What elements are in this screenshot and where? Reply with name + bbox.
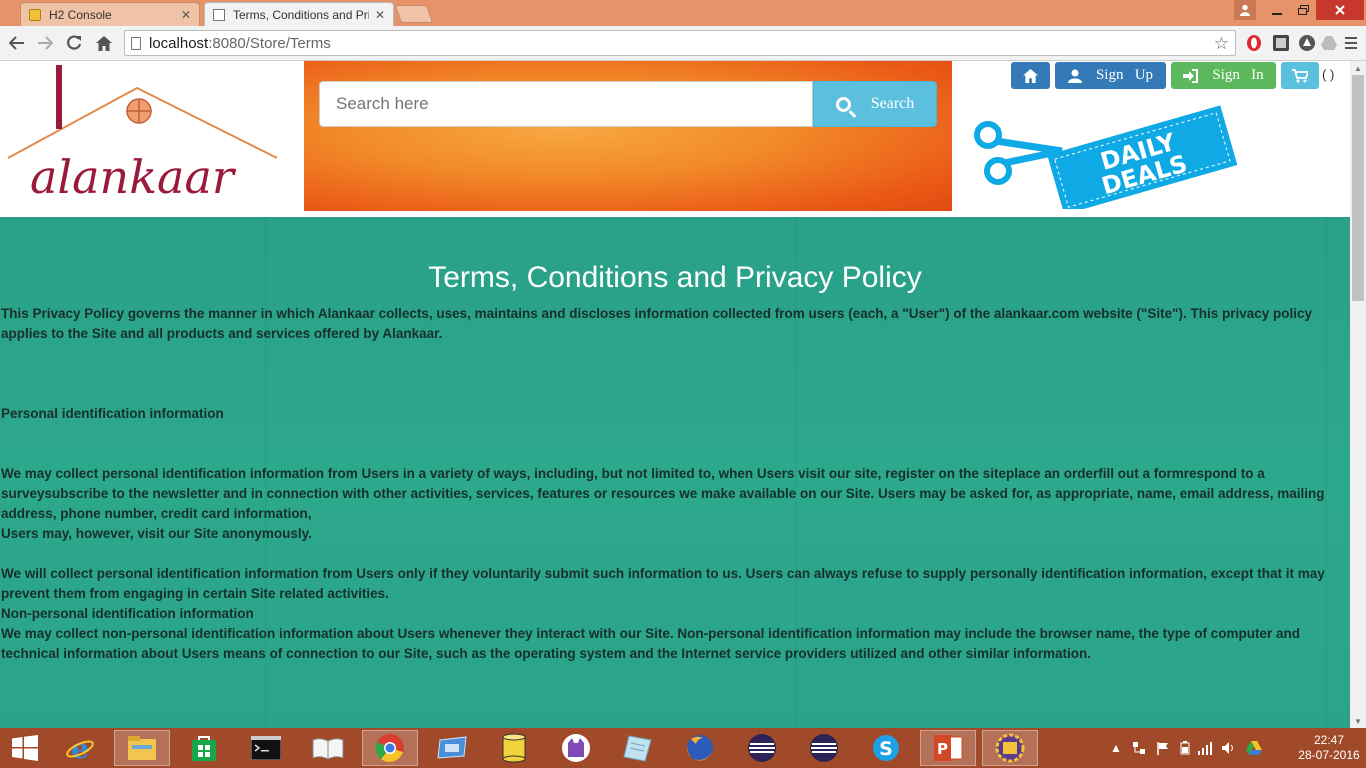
search-button-label: Search [870,95,915,112]
drive-extension-icon[interactable] [1320,34,1338,52]
browser-toolbar: localhost:8080/Store/Terms ☆ [0,26,1366,61]
signal-icon [1197,742,1212,755]
book-reader-icon[interactable] [300,730,356,766]
sign-up-label: Sign Up [1095,67,1154,83]
notepad-icon[interactable] [610,730,666,766]
web-page: alankaar Search Sign Up Sign In ( ) [0,61,1350,728]
address-bar[interactable]: localhost:8080/Store/Terms ☆ [124,30,1236,56]
remote-desktop-icon[interactable] [424,730,480,766]
svg-text:P: P [937,740,948,758]
home-icon[interactable] [92,31,116,55]
scrollbar-thumb[interactable] [1352,75,1364,301]
alankaar-logo[interactable]: alankaar [4,63,282,204]
page-title: Terms, Conditions and Privacy Policy [428,261,922,294]
file-explorer-icon[interactable] [114,730,170,766]
windows-store-icon[interactable] [176,730,232,766]
policy-intro: This Privacy Policy governs the manner i… [1,306,1313,341]
cart-count: ( ) [1322,67,1335,82]
start-button[interactable] [0,730,50,766]
scissors-icon [974,121,1063,185]
voluntary-paragraph: We will collect personal identification … [1,566,1325,601]
firefox-icon[interactable] [672,730,728,766]
anonymous-paragraph: Users may, however, visit our Site anony… [1,526,312,541]
section-heading-non-personal: Non-personal identification information [1,606,254,621]
tab-terms[interactable]: Terms, Conditions and Pri ✕ [204,2,394,26]
clock-time: 22:47 [1313,733,1345,747]
chrome-icon[interactable] [362,730,418,766]
svg-text:S: S [879,738,893,760]
clock-date: 28-07-2016 [1298,748,1360,762]
tab-label: H2 Console [49,7,112,22]
eclipse-2-icon[interactable] [796,730,852,766]
login-icon [1183,68,1199,83]
java-ee-ide-icon[interactable] [982,730,1038,766]
shopping-cart-icon [1292,68,1308,82]
sign-in-button[interactable]: Sign In [1171,62,1276,89]
command-prompt-icon[interactable] [238,730,294,766]
browser-titlebar: H2 Console ✕ Terms, Conditions and Pri ✕ [0,0,1366,26]
shield-extension-icon[interactable] [1272,34,1290,52]
page-favicon-icon [213,8,225,21]
vertical-scrollbar[interactable]: ▲ ▼ [1350,61,1366,728]
tab-close-icon[interactable]: ✕ [181,8,191,22]
site-header: alankaar Search Sign Up Sign In ( ) [0,61,1350,217]
internet-explorer-icon[interactable]: e [52,730,108,766]
svg-text:e: e [71,733,89,763]
sign-up-button[interactable]: Sign Up [1055,62,1166,89]
url-host: localhost [149,34,209,52]
volume-icon [1221,742,1233,754]
extension-icon[interactable] [1298,34,1316,52]
scroll-up-arrow-icon[interactable]: ▲ [1350,61,1366,75]
policy-content: Terms, Conditions and Privacy Policy Thi… [0,217,1350,728]
google-drive-icon [1245,741,1262,755]
tab-close-icon[interactable]: ✕ [375,8,385,22]
database-icon[interactable] [486,730,542,766]
minimize-icon[interactable] [1264,0,1290,20]
bookmark-star-icon[interactable]: ☆ [1214,34,1229,54]
restore-icon[interactable] [1290,0,1316,20]
show-hidden-icons-icon[interactable]: ▲ [1110,741,1122,755]
new-tab-button[interactable] [394,5,434,23]
page-icon [131,37,141,50]
battery-icon [1180,741,1190,755]
taskbar-clock[interactable]: 22:47 28-07-2016 [1294,733,1364,763]
user-profile-icon[interactable] [1234,0,1256,20]
daily-deals-banner[interactable]: DAILY DEALS [972,99,1242,215]
scroll-down-arrow-icon[interactable]: ▼ [1350,714,1366,728]
non-personal-paragraph: We may collect non-personal identificati… [1,626,1300,661]
windows-taskbar: e S P ▲ 22:47 28-07-2016 [0,728,1366,768]
personal-info-paragraph: We may collect personal identification i… [1,466,1325,521]
home-button[interactable] [1011,62,1050,89]
search-icon [835,96,851,112]
network-share-icon [1132,742,1145,754]
logo-wordmark: alankaar [30,150,237,203]
skype-icon[interactable]: S [858,730,914,766]
action-center-flag-icon [1157,742,1168,755]
github-icon[interactable] [548,730,604,766]
opera-extension-icon[interactable] [1245,34,1263,52]
search-input[interactable] [319,81,813,127]
sign-in-label: Sign In [1212,67,1264,83]
back-arrow-icon[interactable] [5,31,29,55]
system-tray: ▲ [1110,728,1262,768]
user-icon [1067,69,1082,83]
search-banner: Search [304,61,952,211]
eclipse-icon[interactable] [734,730,790,766]
search-button[interactable]: Search [813,81,937,127]
url-path: :8080/Store/Terms [208,34,331,52]
cart-button[interactable] [1281,62,1319,89]
windows-logo-icon [12,735,38,761]
tab-label: Terms, Conditions and Pri [233,7,369,22]
reload-icon[interactable] [62,31,86,55]
section-heading-personal: Personal identification information [1,406,224,421]
forward-arrow-icon[interactable] [33,31,57,55]
powerpoint-icon[interactable]: P [920,730,976,766]
close-window-icon[interactable] [1316,0,1364,20]
h2-favicon-icon [29,8,41,21]
menu-icon[interactable] [1343,34,1361,52]
home-icon [1023,68,1038,83]
tab-h2-console[interactable]: H2 Console ✕ [20,2,200,26]
